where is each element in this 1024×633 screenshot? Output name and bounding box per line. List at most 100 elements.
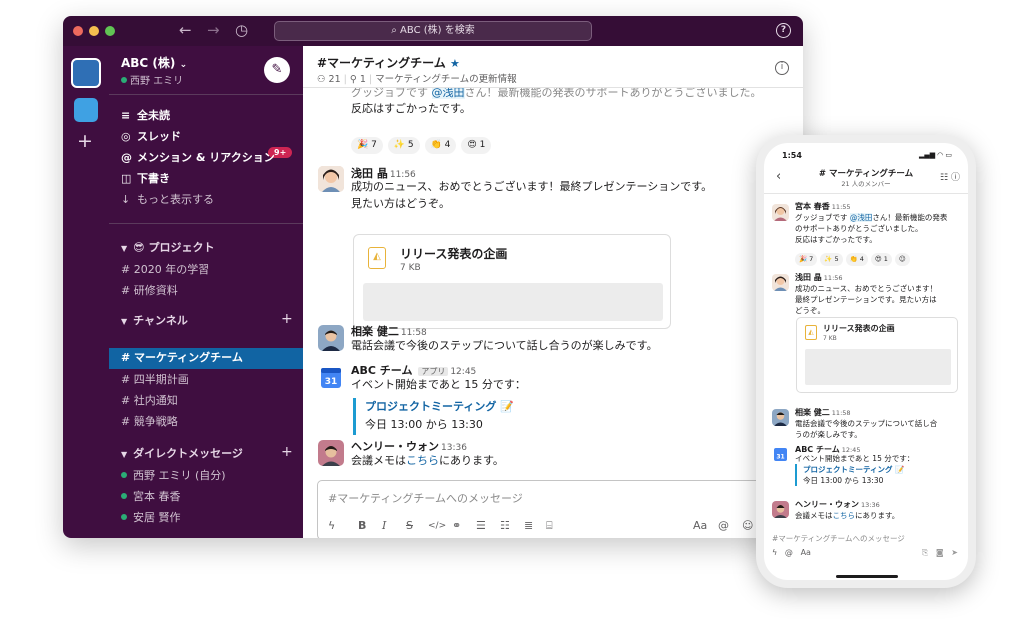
attach-file-icon[interactable]: ⎘ xyxy=(922,548,928,557)
info-icon[interactable]: i xyxy=(775,61,789,75)
sidebar-item-dm[interactable]: 西野 エミリ (自分) xyxy=(121,466,226,486)
message-text: 電話会議で今後のステップについて話し合 xyxy=(795,419,938,428)
strikethrough-icon[interactable]: S xyxy=(406,517,413,535)
reaction-pill[interactable]: 🎉 7 xyxy=(351,137,383,154)
minimize-window-button[interactable] xyxy=(89,26,99,36)
pin-icon[interactable]: ⚲ xyxy=(350,74,360,85)
event-title[interactable]: プロジェクトミーティング 📝 xyxy=(803,464,905,475)
chevron-down-icon: ⌄ xyxy=(179,60,188,70)
section-channels[interactable]: ▼ チャンネル xyxy=(121,312,188,330)
section-direct-messages[interactable]: ▼ ダイレクトメッセージ xyxy=(121,445,243,463)
sidebar-item-threads[interactable]: ◎ スレッド xyxy=(121,127,181,147)
file-preview[interactable] xyxy=(805,349,951,385)
history-icon[interactable]: ◷ xyxy=(235,21,248,39)
at-sign-icon[interactable]: @ xyxy=(718,517,729,535)
search-bar[interactable]: ⌕ ABC (株) を検索 xyxy=(274,21,592,41)
avatar[interactable] xyxy=(318,325,344,351)
avatar[interactable] xyxy=(318,440,344,466)
font-format-icon[interactable]: Aa xyxy=(693,517,707,535)
at-sign-icon[interactable]: @ xyxy=(785,548,793,557)
close-window-button[interactable] xyxy=(73,26,83,36)
star-icon[interactable]: ★ xyxy=(450,57,460,70)
blockquote-icon[interactable]: ≣ xyxy=(524,517,533,535)
workspace-switcher-active[interactable] xyxy=(71,58,101,88)
message-text: 会議メモはこちらにあります。 xyxy=(351,454,504,467)
section-projects[interactable]: ▼ 😎 プロジェクト xyxy=(121,239,214,257)
forward-arrow-icon[interactable]: → xyxy=(207,21,220,39)
event-title[interactable]: プロジェクトミーティング 📝 xyxy=(365,398,514,416)
bulleted-list-icon[interactable]: ☷ xyxy=(500,517,510,535)
member-count[interactable]: 21 xyxy=(329,74,341,85)
info-icon[interactable]: ⓘ xyxy=(951,173,960,183)
file-preview[interactable] xyxy=(363,283,663,321)
sidebar-item-drafts[interactable]: ◫ 下書き xyxy=(121,169,170,189)
reaction-pill[interactable]: 😍 1 xyxy=(870,253,892,266)
channel-title[interactable]: #マーケティングチーム ★ xyxy=(317,54,460,71)
message-author[interactable]: 宮本 春香 11:55 xyxy=(795,201,851,212)
avatar[interactable] xyxy=(318,166,344,192)
workspace-name[interactable]: ABC (株) ⌄ xyxy=(121,54,187,71)
notes-link[interactable]: こちら xyxy=(406,454,439,467)
message-composer[interactable]: #マーケティングチームへのメッセージ ϟ B I S </> ⚭ ☰ ☷ ≣ ⌸… xyxy=(317,480,777,538)
file-name[interactable]: リリース発表の企画 xyxy=(400,245,507,262)
message-author[interactable]: 浅田 晶 11:56 xyxy=(795,272,843,283)
add-workspace-icon[interactable]: + xyxy=(77,130,93,152)
camera-icon[interactable]: ◙ xyxy=(936,548,944,557)
search-list-icon[interactable]: ☷ xyxy=(940,173,948,183)
members-icon[interactable]: ⚇ xyxy=(317,74,329,85)
avatar[interactable] xyxy=(772,274,789,291)
add-reaction-icon[interactable]: ☺ xyxy=(894,253,910,266)
workspace-switcher-secondary[interactable] xyxy=(74,98,98,122)
bold-icon[interactable]: B xyxy=(358,517,366,535)
sidebar-item-channel-active[interactable]: # マーケティングチーム xyxy=(121,348,243,368)
link-icon[interactable]: ⚭ xyxy=(452,517,461,535)
file-name[interactable]: リリース発表の企画 xyxy=(823,323,895,334)
ordered-list-icon[interactable]: ☰ xyxy=(476,517,486,535)
reaction-pill[interactable]: 👏 4 xyxy=(845,253,868,266)
file-size: 7 KB xyxy=(400,263,421,273)
help-icon[interactable]: ? xyxy=(776,23,791,38)
calendar-app-icon[interactable]: 31 xyxy=(318,365,344,391)
sidebar-item-all-unreads[interactable]: ≡ 全未読 xyxy=(121,106,170,126)
back-arrow-icon[interactable]: ← xyxy=(179,21,192,39)
message-author[interactable]: 相楽 健二 11:58 xyxy=(795,407,851,418)
code-block-icon[interactable]: ⌸ xyxy=(546,517,553,535)
compose-button[interactable]: ✎ xyxy=(264,57,290,83)
avatar[interactable] xyxy=(772,501,789,518)
calendar-event-card[interactable]: プロジェクトミーティング 📝 今日 13:00 から 13:30 xyxy=(795,464,905,486)
sidebar-item-dm[interactable]: 宮本 春香 xyxy=(121,487,181,507)
shortcuts-icon[interactable]: ϟ xyxy=(328,517,335,535)
avatar[interactable] xyxy=(772,409,789,426)
sidebar-item-dm[interactable]: 安居 賢作 xyxy=(121,508,181,528)
sidebar-item-channel[interactable]: # 競争戦略 xyxy=(121,412,178,432)
reaction-pill[interactable]: 🎉 7 xyxy=(795,253,818,266)
sidebar-item-mentions[interactable]: @ メンション & リアクション xyxy=(121,148,275,168)
sidebar-item-show-more[interactable]: ↓ もっと表示する xyxy=(121,190,214,210)
mobile-composer-input[interactable]: #マーケティングチームへのメッセージ xyxy=(772,533,905,544)
notes-link[interactable]: こちら xyxy=(833,511,856,520)
avatar[interactable] xyxy=(772,204,789,221)
file-attachment[interactable]: ◭ リリース発表の企画 7 KB xyxy=(353,234,671,329)
code-icon[interactable]: </> xyxy=(428,517,446,535)
message-author[interactable]: ヘンリー・ウォン 13:36 xyxy=(795,499,880,510)
calendar-app-icon[interactable]: 31 xyxy=(772,446,789,463)
reaction-pill[interactable]: 👏 4 xyxy=(424,137,457,154)
sidebar-item-channel[interactable]: # 研修資料 xyxy=(121,281,178,301)
reaction-pill[interactable]: ✨ 5 xyxy=(820,253,843,266)
shortcuts-icon[interactable]: ϟ xyxy=(772,548,777,557)
italic-icon[interactable]: I xyxy=(382,517,386,535)
font-format-icon[interactable]: Aa xyxy=(801,548,811,557)
send-icon[interactable]: ➤ xyxy=(951,548,958,557)
sidebar-divider xyxy=(109,94,303,95)
sidebar-item-channel[interactable]: # 社内通知 xyxy=(121,391,178,411)
emoji-icon[interactable]: ☺ xyxy=(742,517,753,535)
maximize-window-button[interactable] xyxy=(105,26,115,36)
file-attachment[interactable]: ◭ リリース発表の企画 7 KB xyxy=(796,317,958,393)
sidebar-item-channel[interactable]: # 2020 年の学習 xyxy=(121,260,209,280)
reaction-pill[interactable]: ✨ 5 xyxy=(387,137,420,154)
add-dm-icon[interactable]: + xyxy=(281,444,293,460)
reaction-pill[interactable]: 😍 1 xyxy=(461,137,492,154)
sidebar-item-channel[interactable]: # 四半期計画 xyxy=(121,370,189,390)
add-channel-icon[interactable]: + xyxy=(281,311,293,327)
calendar-event-card[interactable]: プロジェクトミーティング 📝 今日 13:00 から 13:30 xyxy=(353,398,514,435)
